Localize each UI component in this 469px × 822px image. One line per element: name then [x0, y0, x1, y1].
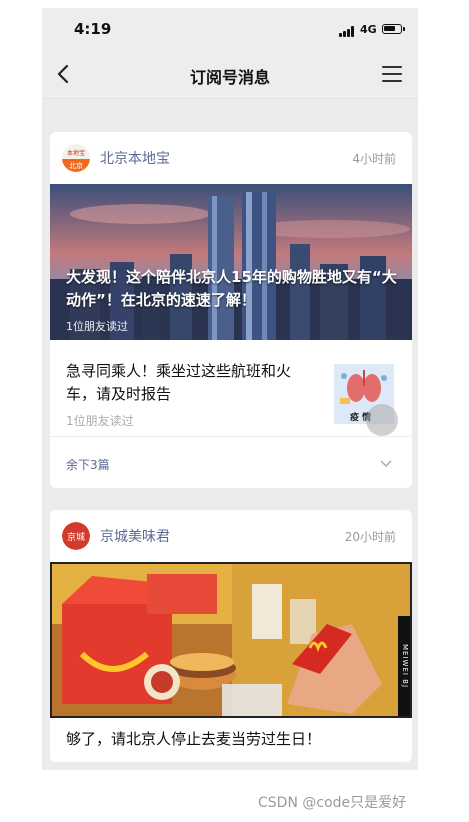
chevron-down-icon[interactable]: [380, 460, 392, 468]
article-title[interactable]: 够了，请北京人停止去麦当劳过生日！: [66, 728, 321, 749]
csdn-watermark: CSDN @code只是爱好: [258, 795, 407, 811]
status-bar: 4:19 4G: [42, 8, 418, 52]
post-time: 20小时前: [344, 530, 396, 544]
card-source-header[interactable]: 本地宝 北京 北京本地宝 4小时前: [50, 132, 412, 182]
battery-icon: [382, 24, 405, 34]
network-type: 4G: [360, 23, 377, 36]
avatar-text: 京城: [67, 531, 85, 543]
headline-article[interactable]: 大发现！这个陪伴北京人15年的购物胜地又有“大动作”！在北京的速速了解！ 1位朋…: [50, 184, 412, 340]
signal-icon: [339, 26, 355, 37]
account-avatar-bendibao[interactable]: 本地宝 北京: [62, 144, 90, 172]
account-avatar-meiwei[interactable]: 京城: [62, 522, 90, 550]
post-time: 4小时前: [352, 152, 396, 166]
article-read-count: 1位朋友读过: [66, 414, 134, 428]
page-title: 订阅号消息: [189, 68, 270, 87]
city-skyline-image: [50, 184, 412, 340]
article-item[interactable]: 急寻同乘人！乘坐过这些航班和火车，请及时报告 1位朋友读过 疫 情: [50, 350, 412, 437]
mcdonalds-meal-image: [52, 564, 410, 716]
message-card-beijing-bendibao[interactable]: 本地宝 北京 北京本地宝 4小时前 大发现！这个陪伴北京人15年的购物胜地又有“…: [50, 132, 412, 488]
remaining-articles-link[interactable]: 余下3篇: [66, 456, 110, 473]
photo-watermark-tag: MEIWEI BJ: [398, 616, 410, 716]
account-name[interactable]: 北京本地宝: [100, 148, 170, 168]
next-arrow-overlay[interactable]: [366, 404, 398, 436]
avatar-text-top: 本地宝: [67, 149, 85, 157]
food-photo[interactable]: MEIWEI BJ: [50, 562, 412, 718]
phone-screen: 4:19 4G 订阅号消息 本地宝 北京 北京本地宝 4小时前 大发现！这个陪伴…: [42, 8, 418, 770]
article-title[interactable]: 急寻同乘人！乘坐过这些航班和火车，请及时报告: [66, 360, 316, 406]
status-time: 4:19: [74, 20, 112, 38]
headline-read-count: 1位朋友读过: [66, 320, 128, 333]
headline-title[interactable]: 大发现！这个陪伴北京人15年的购物胜地又有“大动作”！在北京的速速了解！: [66, 266, 406, 312]
message-card-jingcheng-meiwei[interactable]: 京城 京城美味君 20小时前 MEIWEI BJ 够了，请北京人停止去麦当劳过生…: [50, 510, 412, 762]
nav-bar: 订阅号消息: [42, 52, 418, 99]
card-source-header[interactable]: 京城 京城美味君 20小时前: [50, 510, 412, 560]
menu-icon[interactable]: [382, 65, 402, 83]
avatar-text-bottom: 北京: [69, 161, 83, 170]
account-name[interactable]: 京城美味君: [100, 526, 170, 546]
